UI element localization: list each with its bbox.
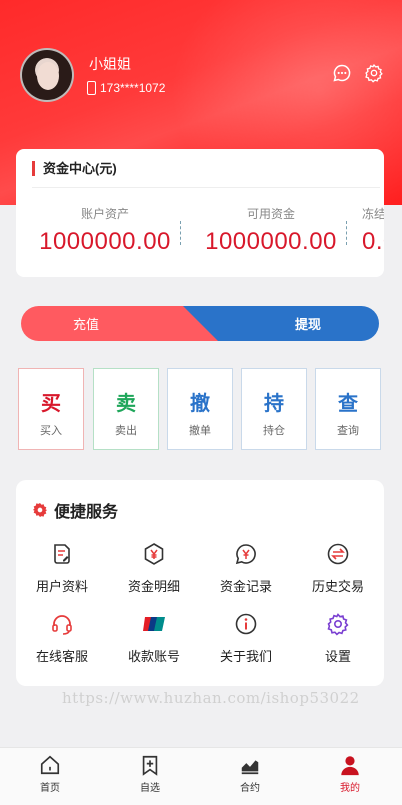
tab-label: 合约 [240, 783, 260, 794]
fund-value: 1000000.00 [39, 228, 171, 255]
fund-divider [32, 187, 380, 188]
sell-glyph: 卖 [116, 393, 136, 415]
sell-label: 卖出 [115, 425, 137, 437]
tab-label: 我的 [340, 783, 360, 794]
buy-glyph: 买 [41, 393, 61, 415]
yen-hexagon-icon [144, 543, 164, 565]
services-card: 便捷服务 用户资料 资金明细 资金记录 历史交易 在线客服 收款账号 关于我们 … [16, 480, 384, 686]
exchange-icon [327, 543, 349, 565]
fund-label: 可用资金 [246, 207, 295, 221]
cancel-label: 撤单 [189, 425, 211, 437]
sell-button[interactable]: 卖 卖出 [93, 368, 159, 450]
service-label: 用户资料 [35, 579, 88, 594]
service-label: 关于我们 [219, 649, 272, 664]
service-history-trades[interactable]: 历史交易 [292, 542, 384, 595]
settings-gear-icon[interactable] [364, 63, 384, 83]
cancel-glyph: 撤 [190, 393, 210, 415]
bottom-tab-bar: 首页 自选 合约 我的 [0, 747, 402, 805]
fund-label: 账户资产 [80, 207, 129, 221]
tab-home[interactable]: 首页 [10, 754, 90, 794]
yen-chat-icon [235, 544, 256, 565]
service-fund-details[interactable]: 资金明细 [108, 542, 200, 595]
service-online-support[interactable]: 在线客服 [16, 612, 108, 665]
phone-icon [87, 81, 96, 95]
service-label: 资金记录 [219, 579, 272, 594]
service-label: 资金明细 [127, 579, 180, 594]
tab-label: 自选 [140, 783, 160, 794]
service-fund-records[interactable]: 资金记录 [200, 542, 292, 595]
service-label: 在线客服 [35, 649, 88, 664]
trade-shortcuts: 买 买入 卖 卖出 撤 撤单 持 持仓 查 查询 [18, 368, 382, 450]
fund-separator [346, 221, 347, 245]
tab-label: 首页 [40, 783, 60, 794]
gear-icon [327, 613, 349, 636]
fund-value: 0.00 [362, 228, 384, 255]
document-icon [54, 544, 70, 564]
header-actions [332, 63, 384, 83]
user-icon [341, 756, 359, 776]
tab-watchlist[interactable]: 自选 [110, 754, 190, 794]
info-icon [235, 613, 257, 635]
user-name: 小姐姐 [89, 56, 131, 72]
service-label: 收款账号 [127, 649, 180, 664]
fund-frozen: 冻结资 0.00 [362, 205, 384, 256]
service-settings[interactable]: 设置 [292, 612, 384, 665]
avatar-face [37, 62, 59, 90]
positions-button[interactable]: 持 持仓 [241, 368, 307, 450]
fund-label: 冻结资 [362, 207, 384, 221]
service-payment-account[interactable]: 收款账号 [108, 612, 200, 665]
message-icon[interactable] [332, 63, 352, 83]
tab-mine[interactable]: 我的 [310, 754, 390, 794]
phone-row: 173****1072 [87, 81, 165, 95]
positions-label: 持仓 [263, 425, 285, 437]
query-button[interactable]: 查 查询 [315, 368, 381, 450]
query-glyph: 查 [338, 393, 358, 415]
buy-button[interactable]: 买 买入 [18, 368, 84, 450]
gear-icon [33, 503, 47, 517]
watermark-text: https://www.huzhan.com/ishop53022 [62, 689, 360, 707]
service-about-us[interactable]: 关于我们 [200, 612, 292, 665]
service-label: 历史交易 [311, 579, 364, 594]
cancel-order-button[interactable]: 撤 撤单 [167, 368, 233, 450]
chart-icon [241, 760, 259, 775]
bookmark-add-icon [142, 755, 158, 776]
services-title: 便捷服务 [54, 504, 119, 521]
services-title-row: 便捷服务 [32, 498, 118, 522]
service-label: 设置 [324, 649, 351, 664]
query-label: 查询 [337, 425, 359, 437]
fund-center-card: 资金中心(元) 账户资产 1000000.00 可用资金 1000000.00 … [16, 149, 384, 277]
buy-label: 买入 [40, 425, 62, 437]
recharge-withdraw-bar: 充值 提现 [21, 306, 379, 341]
fund-separator [180, 221, 181, 245]
positions-glyph: 持 [264, 393, 284, 415]
fund-account-assets: 账户资产 1000000.00 [22, 205, 188, 256]
unionpay-icon [143, 617, 165, 631]
tab-contracts[interactable]: 合约 [210, 754, 290, 794]
service-user-profile[interactable]: 用户资料 [16, 542, 108, 595]
fund-center-title: 资金中心(元) [32, 161, 117, 176]
avatar[interactable] [20, 48, 74, 102]
fund-available: 可用资金 1000000.00 [188, 205, 354, 256]
phone-number: 173****1072 [100, 81, 166, 95]
headset-icon [52, 615, 72, 635]
home-icon [40, 755, 60, 775]
fund-value: 1000000.00 [205, 228, 337, 255]
